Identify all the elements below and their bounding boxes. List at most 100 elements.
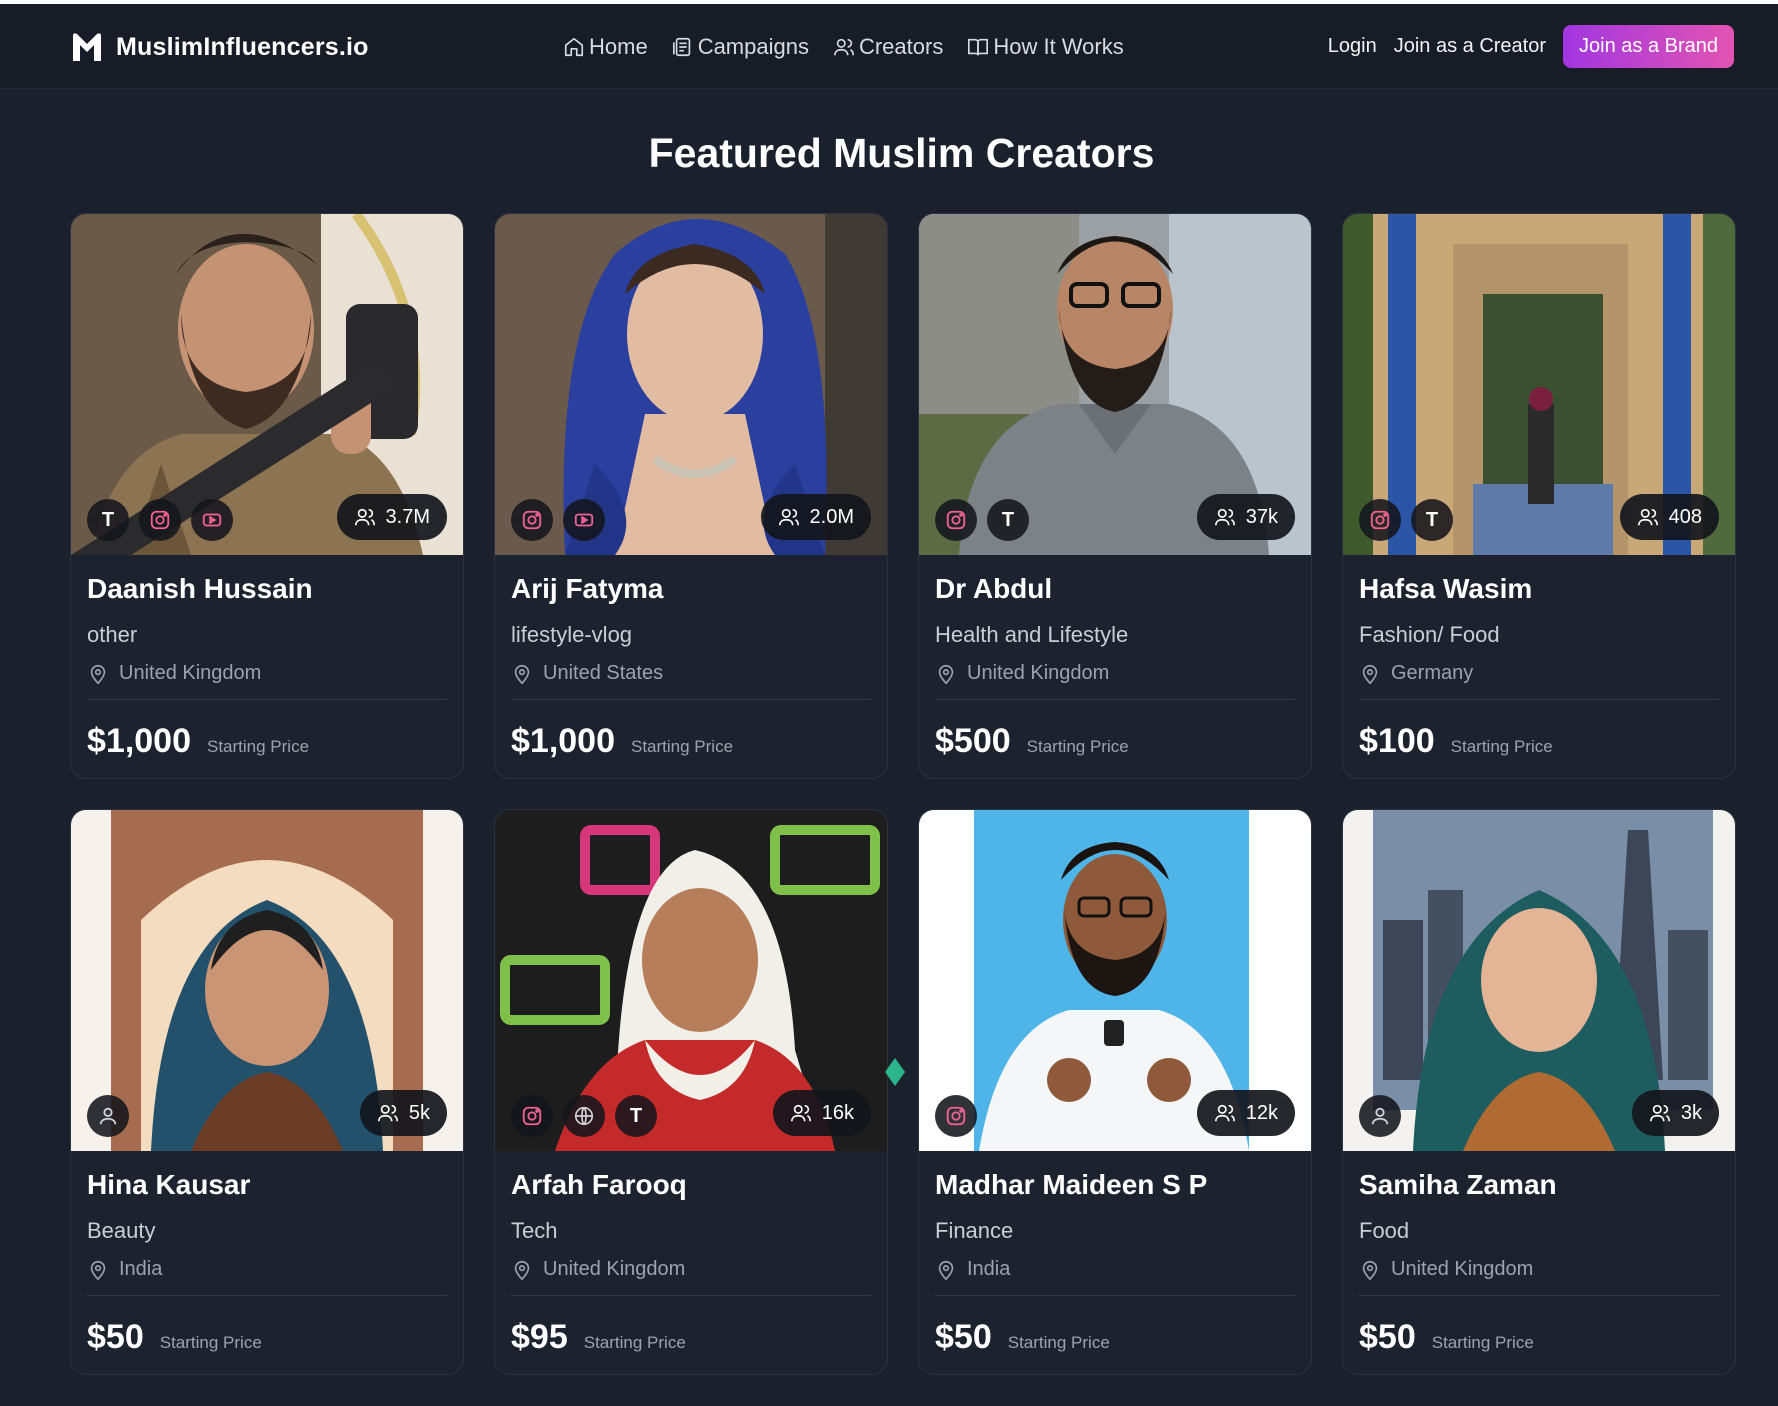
creator-photo: 12k [919,810,1311,1151]
creator-card[interactable]: T 37k Dr Abdul Health and Lifestyle Unit… [918,213,1312,779]
users-icon [833,38,854,56]
creator-card[interactable]: T 16k Arfah Farooq Tech United Kingdom $… [494,809,888,1375]
location-text: India [967,1258,1011,1280]
followers-count: 408 [1668,505,1702,528]
creator-category: other [87,622,138,647]
creator-location: United States [511,662,871,685]
creator-name: Hina Kausar [87,1169,251,1200]
tiktok-icon[interactable]: T [87,499,129,541]
creator-location: Germany [1359,662,1719,685]
price-row: $100 Starting Price [1359,722,1719,761]
divider [1359,1295,1719,1296]
location-pin-icon [938,664,954,684]
followers-badge: 5k [359,1090,447,1136]
instagram-icon[interactable] [511,1095,553,1137]
location-text: United States [543,662,664,684]
price-label: Starting Price [583,1333,686,1352]
users-icon [354,508,375,526]
creator-photo: T 16k [495,810,887,1151]
instagram-icon[interactable] [139,499,181,541]
main-nav: Home Campaigns Creators How It Works [563,34,1148,60]
social-icons [1359,1095,1411,1137]
creator-card[interactable]: 12k Madhar Maideen S P Finance India $50… [918,809,1312,1375]
creator-category: Tech [511,1218,558,1243]
login-link[interactable]: Login [1328,35,1377,58]
creator-photo: 3k [1343,810,1735,1151]
creator-name: Samiha Zaman [1359,1169,1557,1200]
price-value: $95 [511,1318,568,1356]
social-icons: T [87,499,243,541]
profile-icon[interactable] [1359,1095,1401,1137]
social-icons [935,1095,987,1137]
creator-name: Daanish Hussain [87,573,313,604]
divider [935,699,1295,700]
tiktok-icon[interactable]: T [615,1095,657,1137]
price-label: Starting Price [159,1333,262,1352]
creator-photo: 2.0M [495,214,887,555]
followers-count: 12k [1245,1101,1278,1124]
price-label: Starting Price [631,737,734,756]
instagram-icon[interactable] [1359,499,1401,541]
followers-badge: 3.7M [336,494,447,540]
creator-info: Hina Kausar Beauty India $50 Starting Pr… [87,1151,447,1357]
instagram-icon[interactable] [935,1095,977,1137]
logo[interactable]: MuslimInfluencers.io [70,30,369,64]
creator-info: Daanish Hussain other United Kingdom $1,… [87,555,447,761]
divider [511,1295,871,1296]
location-pin-icon [90,664,106,684]
creator-card[interactable]: 5k Hina Kausar Beauty India $50 Starting… [70,809,464,1375]
creator-name: Arij Fatyma [511,573,664,604]
campaigns-icon [672,37,690,57]
instagram-icon[interactable] [511,499,553,541]
followers-badge: 12k [1196,1090,1295,1136]
creator-photo: T 408 [1343,214,1735,555]
profile-icon[interactable] [87,1095,129,1137]
youtube-icon[interactable] [191,499,233,541]
users-icon [778,508,799,526]
instagram-icon[interactable] [935,499,977,541]
creator-category: lifestyle-vlog [511,622,633,647]
nav-campaigns[interactable]: Campaigns [672,34,809,60]
followers-count: 5k [408,1101,430,1124]
creator-category: Beauty [87,1218,156,1243]
price-value: $1,000 [511,722,615,760]
creator-info: Arfah Farooq Tech United Kingdom $95 Sta… [511,1151,871,1357]
creator-card[interactable]: 2.0M Arij Fatyma lifestyle-vlog United S… [494,213,888,779]
page-title: Featured Muslim Creators [648,130,1155,176]
nav-creators[interactable]: Creators [833,34,943,60]
location-pin-icon [514,1260,530,1280]
youtube-icon[interactable] [563,499,605,541]
price-value: $50 [935,1318,992,1356]
location-text: India [119,1258,163,1280]
join-creator-link[interactable]: Join as a Creator [1394,35,1546,58]
creator-card[interactable]: T 3.7M Daanish Hussain other United King… [70,213,464,779]
location-pin-icon [1362,1260,1378,1280]
nav-how-it-works[interactable]: How It Works [967,34,1124,60]
price-value: $50 [87,1318,144,1356]
followers-count: 2.0M [809,505,854,528]
creator-info: Madhar Maideen S P Finance India $50 Sta… [935,1151,1295,1357]
price-row: $50 Starting Price [87,1318,447,1357]
creator-location: United Kingdom [87,662,447,685]
tiktok-icon[interactable]: T [987,499,1029,541]
creator-name: Dr Abdul [935,573,1053,604]
divider [87,1295,447,1296]
creator-card[interactable]: T 408 Hafsa Wasim Fashion/ Food Germany … [1342,213,1736,779]
home-icon [564,37,584,57]
tiktok-icon[interactable]: T [1411,499,1453,541]
globe-icon[interactable] [563,1095,605,1137]
location-pin-icon [90,1260,106,1280]
book-icon [968,38,989,56]
join-brand-button[interactable]: Join as a Brand [1563,25,1734,68]
price-label: Starting Price [1431,1333,1534,1352]
users-icon [1214,508,1235,526]
creator-photo: T 3.7M [71,214,463,555]
creator-card[interactable]: 3k Samiha Zaman Food United Kingdom $50 … [1342,809,1736,1375]
creator-info: Hafsa Wasim Fashion/ Food Germany $100 S… [1359,555,1719,761]
price-row: $95 Starting Price [511,1318,871,1357]
location-pin-icon [1362,664,1378,684]
nav-home[interactable]: Home [563,34,648,60]
nav-actions: Login Join as a Creator Join as a Brand [1328,25,1734,68]
creator-name: Arfah Farooq [511,1169,687,1200]
divider [511,699,871,700]
